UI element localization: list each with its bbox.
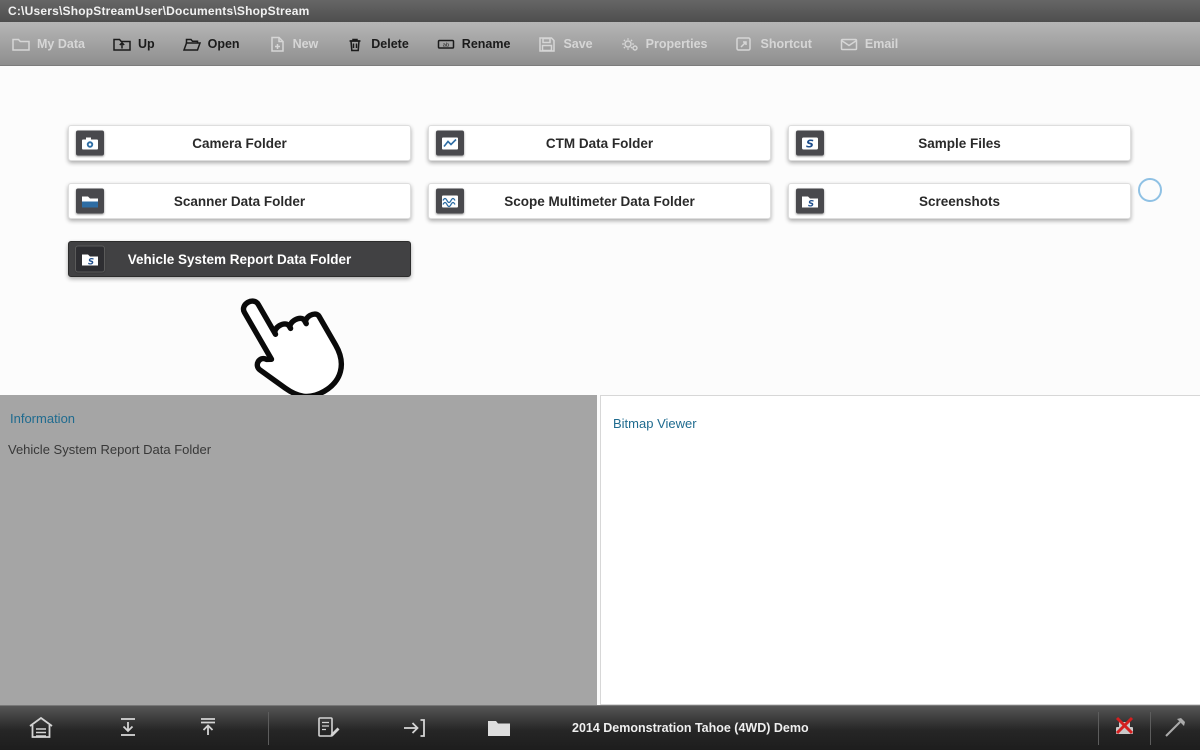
toolbar-open-button[interactable]: Open <box>183 36 240 52</box>
toolbar-rename-button[interactable]: ab Rename <box>437 36 511 52</box>
s-folder-icon: S <box>76 247 104 272</box>
bottom-bar-separator <box>1150 712 1151 745</box>
connection-probe-icon[interactable] <box>1162 716 1188 745</box>
active-vehicle-label[interactable]: 2014 Demonstration Tahoe (4WD) Demo <box>572 706 809 750</box>
current-path: C:\Users\ShopStreamUser\Documents\ShopSt… <box>8 4 310 18</box>
information-panel-title: Information <box>0 395 597 426</box>
folder-button-sample-files[interactable]: S Sample Files <box>788 125 1131 161</box>
bitmap-viewer-panel: Bitmap Viewer <box>600 395 1200 705</box>
open-folder-icon <box>183 36 201 52</box>
toolbar-label: Rename <box>462 37 511 51</box>
folder-button-label: Sample Files <box>918 136 1001 151</box>
shortcut-icon <box>735 36 753 52</box>
bottom-toolbar: 2014 Demonstration Tahoe (4WD) Demo <box>0 705 1200 750</box>
my-data-folder-icon <box>12 36 30 52</box>
toolbar-label: Email <box>865 37 898 51</box>
folder-button-ctm-data[interactable]: CTM Data Folder <box>428 125 771 161</box>
bottom-bar-separator <box>1098 712 1099 745</box>
folder-button-scope-multimeter[interactable]: Scope Multimeter Data Folder <box>428 183 771 219</box>
folder-icon <box>76 189 104 214</box>
folder-button-label: Camera Folder <box>192 136 287 151</box>
bottom-bar-separator <box>268 712 269 745</box>
toolbar-label: Delete <box>371 37 409 51</box>
toolbar-email-button[interactable]: Email <box>840 36 898 52</box>
folder-button-vehicle-system-report[interactable]: S Vehicle System Report Data Folder <box>68 241 411 277</box>
toolbar: My Data Up Open New Delete ab Rename <box>0 22 1200 66</box>
toolbar-label: Properties <box>646 37 708 51</box>
toolbar-delete-button[interactable]: Delete <box>346 36 409 52</box>
new-item-icon <box>268 36 286 52</box>
properties-gear-icon <box>621 36 639 52</box>
information-panel: Information Vehicle System Report Data F… <box>0 395 597 705</box>
edit-report-icon[interactable] <box>316 716 342 745</box>
collapse-down-icon[interactable] <box>116 716 140 745</box>
toolbar-my-data-button[interactable]: My Data <box>12 36 85 52</box>
folder-grid: Camera Folder CTM Data Folder S Sample F… <box>68 125 1131 277</box>
printer-error-icon[interactable] <box>1110 716 1138 745</box>
folder-browser-area: Camera Folder CTM Data Folder S Sample F… <box>0 66 1200 395</box>
exit-arrow-icon[interactable] <box>401 716 427 745</box>
folder-button-label: Scanner Data Folder <box>174 194 305 209</box>
toolbar-save-button[interactable]: Save <box>538 36 592 52</box>
toolbar-label: Save <box>563 37 592 51</box>
information-panel-text: Vehicle System Report Data Folder <box>0 426 597 457</box>
toolbar-new-button[interactable]: New <box>268 36 319 52</box>
folder-button-scanner-data[interactable]: Scanner Data Folder <box>68 183 411 219</box>
toolbar-label: Shortcut <box>760 37 811 51</box>
rename-icon: ab <box>437 36 455 52</box>
chart-icon <box>436 131 464 156</box>
bitmap-viewer-title: Bitmap Viewer <box>601 396 1200 431</box>
camera-icon <box>76 131 104 156</box>
delete-trash-icon <box>346 36 364 52</box>
s-logo-icon: S <box>796 131 824 156</box>
up-folder-icon <box>113 36 131 52</box>
toolbar-label: My Data <box>37 37 85 51</box>
toolbar-label: New <box>293 37 319 51</box>
s-folder-icon: S <box>796 189 824 214</box>
waveform-icon <box>436 189 464 214</box>
toolbar-up-button[interactable]: Up <box>113 36 155 52</box>
toolbar-label: Open <box>208 37 240 51</box>
svg-text:S: S <box>808 199 814 208</box>
path-bar: C:\Users\ShopStreamUser\Documents\ShopSt… <box>0 0 1200 22</box>
annotation-circle <box>1138 178 1162 202</box>
collapse-up-icon[interactable] <box>196 716 220 745</box>
toolbar-label: Up <box>138 37 155 51</box>
folder-button-label: Scope Multimeter Data Folder <box>504 194 695 209</box>
toolbar-shortcut-button[interactable]: Shortcut <box>735 36 811 52</box>
folder-button-label: CTM Data Folder <box>546 136 653 151</box>
svg-text:S: S <box>88 257 94 266</box>
home-garage-icon[interactable] <box>28 716 54 745</box>
svg-text:S: S <box>806 137 814 150</box>
data-manager-folder-icon[interactable] <box>486 716 512 745</box>
svg-text:ab: ab <box>442 42 449 48</box>
folder-button-screenshots[interactable]: S Screenshots <box>788 183 1131 219</box>
toolbar-properties-button[interactable]: Properties <box>621 36 708 52</box>
save-floppy-icon <box>538 36 556 52</box>
folder-button-camera[interactable]: Camera Folder <box>68 125 411 161</box>
email-icon <box>840 36 858 52</box>
folder-button-label: Screenshots <box>919 194 1000 209</box>
